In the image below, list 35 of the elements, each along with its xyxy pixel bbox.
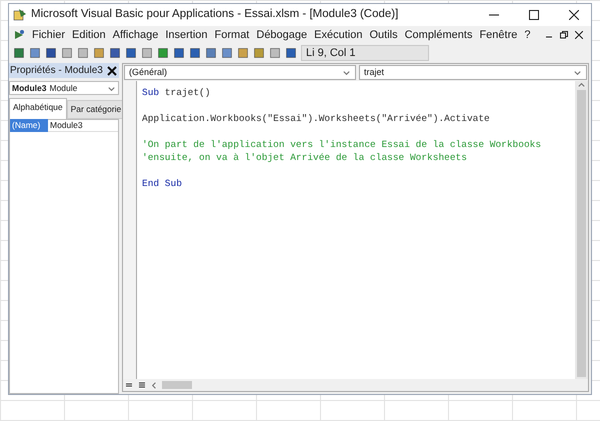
code-line: 'ensuite, on va à l'objet Arrivée de la classe Worksheets xyxy=(142,152,467,163)
menu-item[interactable]: Compléments xyxy=(404,26,472,44)
menu-item[interactable]: Exécution xyxy=(314,26,362,44)
menu-item[interactable]: Edition xyxy=(72,26,106,44)
window-title: Microsoft Visual Basic pour Applications - Essai.xlsm - [Module3 (Code)] xyxy=(31,7,400,22)
code-line: End Sub xyxy=(142,178,182,189)
vba-logo-icon xyxy=(13,8,27,22)
menu-item[interactable]: ? xyxy=(524,26,530,44)
maximize-icon[interactable] xyxy=(529,10,539,20)
tab[interactable]: Alphabétique xyxy=(9,98,67,119)
panel-title: Propriétés - Module3 xyxy=(9,64,104,78)
horizontal-scrollbar[interactable] xyxy=(162,381,192,389)
menu-item[interactable]: Fenêtre xyxy=(479,26,518,44)
object-dropdown[interactable]: (Général) xyxy=(124,65,356,80)
object-dropdown[interactable]: Module3 Module xyxy=(9,81,119,95)
menu-item[interactable]: Fichier xyxy=(32,26,66,44)
code-line: 'On part de l'application vers l'instance Essai de la classe Workbooks xyxy=(142,139,542,150)
menu-item[interactable]: Outils xyxy=(369,26,398,44)
code-line: Sub trajet() xyxy=(142,87,210,98)
module-view-icon[interactable] xyxy=(137,380,147,390)
code-line: Application.Workbooks("Essai").Worksheets("Arrivée").Activate xyxy=(142,113,490,124)
close-icon[interactable] xyxy=(575,31,583,39)
close-icon[interactable] xyxy=(569,10,579,20)
menu-item[interactable]: Format xyxy=(214,26,250,44)
restore-icon[interactable] xyxy=(560,31,568,39)
property-name[interactable]: (Name) xyxy=(10,118,48,132)
close-icon[interactable] xyxy=(107,66,117,76)
vertical-scrollbar[interactable] xyxy=(575,81,588,379)
menu-item[interactable]: Insertion xyxy=(165,26,208,44)
menu-item[interactable]: Affichage xyxy=(112,26,158,44)
property-value[interactable]: Module3 xyxy=(48,118,85,132)
menu-item[interactable]: Débogage xyxy=(256,26,308,44)
procedure-dropdown[interactable]: trajet xyxy=(359,65,587,80)
vba-menu-icon[interactable] xyxy=(13,29,25,41)
position-indicator: Li 9, Col 1 xyxy=(301,45,429,61)
